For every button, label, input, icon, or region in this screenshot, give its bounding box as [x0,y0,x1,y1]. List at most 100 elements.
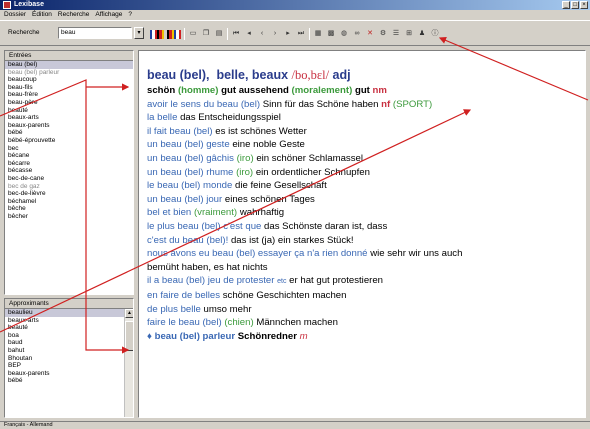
entry-item[interactable]: bébé-éprouvette [5,137,133,145]
sense-de: Männchen machen [256,317,338,329]
next-icon[interactable]: › [270,29,280,39]
prev-icon[interactable]: ‹ [257,29,267,39]
search-dropdown-button[interactable]: ▾ [134,27,144,39]
compound-entry[interactable]: ♦ beau (bel) parleur Schönredner m [147,330,585,344]
options-icon[interactable]: ⚙ [378,29,388,39]
entry-item[interactable]: beau-père [5,99,133,107]
flag-de-fr-icon[interactable] [167,29,181,39]
sense-label: (homme) [177,85,219,96]
entry-item[interactable]: beaux-arts [5,114,133,122]
entry-item[interactable]: bêcher [5,213,133,221]
open-icon[interactable]: ▭ [188,29,198,39]
approx-item[interactable]: Bhoutan [5,355,133,363]
menu-help[interactable]: ? [128,10,132,19]
menu-affichage[interactable]: Affichage [95,10,122,19]
approx-item[interactable]: beaux-parents [5,370,133,378]
approx-item[interactable]: beaulieu [5,309,133,317]
copy-icon[interactable]: ❐ [201,29,211,39]
sense-line: bemüht haben, es hat nichts [147,261,585,275]
sense-fr[interactable]: faire le beau (bel) [147,317,222,328]
back-icon[interactable]: ◂ [244,29,254,39]
entry-item[interactable]: beau (bel) [5,61,133,69]
sense-fr[interactable]: un beau (bel) jour [147,194,222,205]
entries-panel: Entrées beau (bel) beau (bel) parleur beau… [4,50,134,295]
entry-item[interactable]: beaux-parents [5,122,133,130]
approx-item[interactable]: bahut [5,347,133,355]
sense-line: un beau (bel) jour eines schönen Tages [147,193,585,207]
minimize-icon[interactable]: _ [562,1,570,9]
search-input[interactable]: beau [58,27,132,39]
sense-fr[interactable]: de plus belle [147,304,201,315]
flag-fr-de-icon[interactable] [150,29,164,39]
approx-item[interactable]: boa [5,332,133,340]
entry-item[interactable]: béchamel [5,198,133,206]
book-icon[interactable]: ▦ [313,29,323,39]
entry-item[interactable]: beau-frère [5,91,133,99]
sense-fr[interactable]: en faire de belles [147,290,220,301]
menu-recherche[interactable]: Recherche [58,10,89,19]
compound-fr[interactable]: beau (bel) parleur [155,331,236,342]
sense-fr[interactable]: le plus beau (bel) c'est que [147,221,261,232]
tools-icon[interactable]: ✕ [365,29,375,39]
globe-icon[interactable]: ◍ [339,29,349,39]
sense-fr[interactable]: il fait beau (bel) [147,126,213,137]
entry-item[interactable]: bêche [5,205,133,213]
menu-dossier[interactable]: Dossier [4,10,26,19]
maximize-icon[interactable]: □ [571,1,579,9]
sense-line: un beau (bel) gâchis (iro) ein schöner S… [147,152,585,166]
entry-item[interactable]: bec [5,145,133,153]
scroll-up-icon[interactable]: ▲ [125,309,133,318]
sense-fr[interactable]: c'est du beau (bel)! [147,235,228,246]
entry-item[interactable]: bec de gaz [5,183,133,191]
paste-icon[interactable]: ▤ [214,29,224,39]
sense-line: le plus beau (bel) c'est que das Schönst… [147,220,585,234]
sense-label: (chien) [224,317,254,329]
entry-item[interactable]: beauté [5,107,133,115]
approx-item[interactable]: baud [5,339,133,347]
sense-fr[interactable]: la belle [147,112,177,123]
approx-item[interactable]: beaux-arts [5,317,133,325]
sense-line: avoir le sens du beau (bel) Sinn für das… [147,98,585,112]
last-icon[interactable]: ⏭ [296,29,306,39]
window-title: Lexibase [14,1,44,8]
entry-item[interactable]: beau (bel) parleur [5,69,133,77]
sense-label: (vraiment) [193,207,238,219]
menu-edition[interactable]: Édition [32,10,52,19]
entry-item[interactable]: bécasse [5,167,133,175]
separator [184,28,185,40]
sense-fr[interactable]: le beau (bel) monde [147,180,232,191]
sense-fr[interactable]: un beau (bel) geste [147,139,230,150]
forward-icon[interactable]: ▸ [283,29,293,39]
sense-fr[interactable]: avoir le sens du beau (bel) [147,99,260,110]
headword-forms: belle, beaux [216,68,289,82]
entry-item[interactable]: bébé [5,129,133,137]
sense-fr[interactable]: bel et bien [147,207,191,218]
entry-item[interactable]: beau-fils [5,84,133,92]
print-icon[interactable]: ▩ [326,29,336,39]
sense-line: le beau (bel) monde die feine Gesellscha… [147,179,585,193]
close-icon[interactable]: × [580,1,588,9]
sense-fr[interactable]: un beau (bel) gâchis [147,153,234,164]
list-icon[interactable]: ☰ [391,29,401,39]
entry-item[interactable]: bec-de-lièvre [5,190,133,198]
entry-item[interactable]: beaucoup [5,76,133,84]
approx-item[interactable]: BEP [5,362,133,370]
binoculars-icon[interactable]: ∞ [352,29,362,39]
sense-fr[interactable]: nous avons eu beau (bel) essayer ça n'a … [147,248,368,259]
headword: beau (bel), belle, beaux /bo,bɛl/ adj [147,66,585,84]
approx-scrollbar[interactable]: ▲ [124,309,133,417]
sense-de: umso mehr [203,303,252,315]
scroll-thumb[interactable] [125,321,133,351]
entry-item[interactable]: bécarre [5,160,133,168]
first-icon[interactable]: ⏮ [231,29,241,39]
approx-item[interactable]: beauté [5,324,133,332]
approx-item[interactable]: bébé [5,377,133,385]
sense-line: faire le beau (bel) (chien) Männchen mac… [147,316,585,330]
sense-fr[interactable]: il a beau (bel) jeu de protester [147,275,274,286]
entry-item[interactable]: bécane [5,152,133,160]
person-icon[interactable]: ♟ [417,29,427,39]
sense-fr[interactable]: un beau (bel) rhume [147,167,233,178]
entry-item[interactable]: bec-de-cane [5,175,133,183]
table-icon[interactable]: ⊞ [404,29,414,39]
info-icon[interactable]: ⓘ [430,29,440,39]
